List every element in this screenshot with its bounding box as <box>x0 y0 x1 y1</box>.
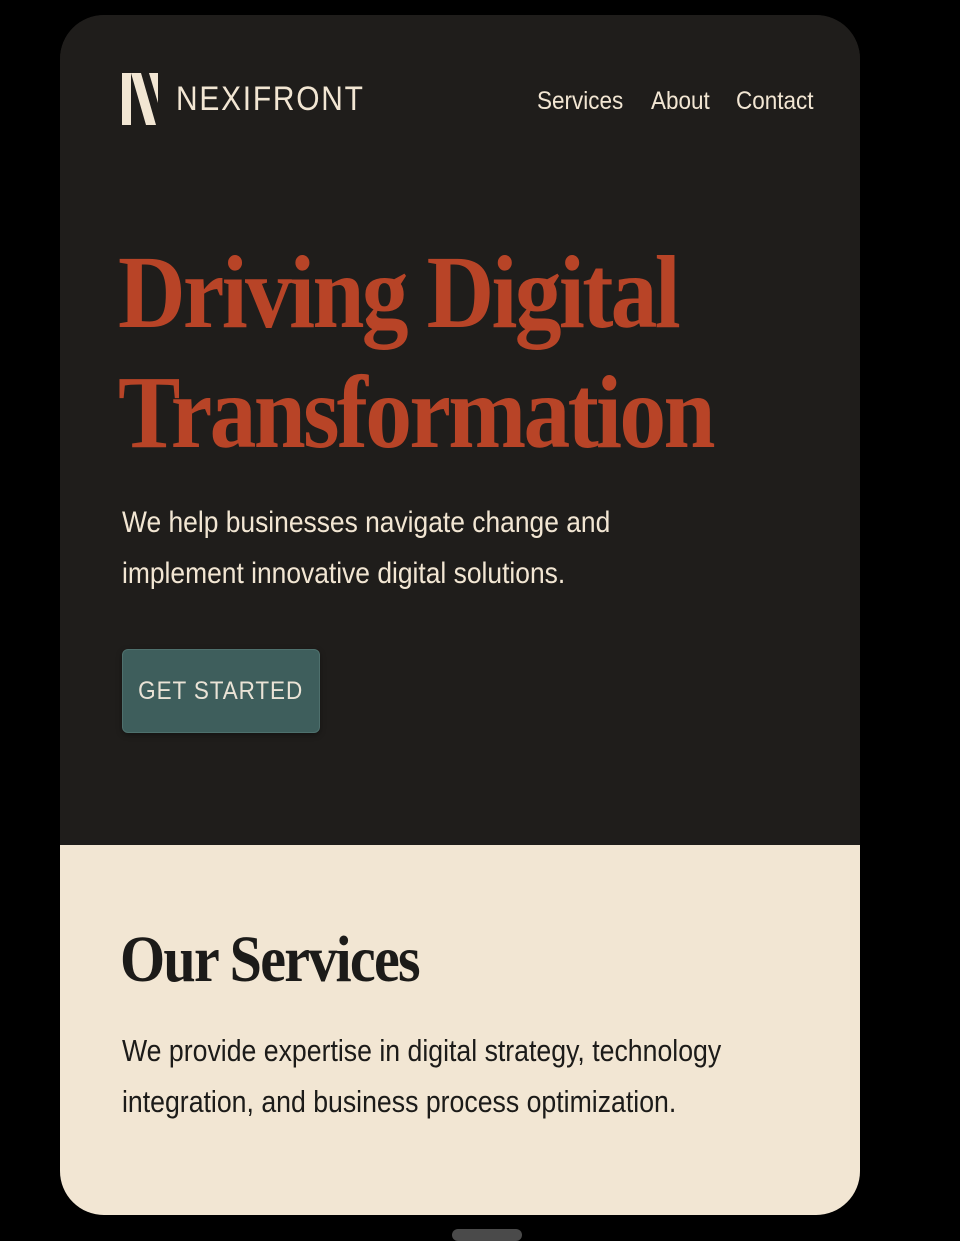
hero-headline-line-1: Driving Digital <box>118 235 681 350</box>
services-description-line-2: integration, and business process optimi… <box>122 1084 677 1119</box>
nav-link-services[interactable]: Services <box>537 81 623 121</box>
hero-headline-line-2: Transformation <box>118 355 716 470</box>
nav-link-contact[interactable]: Contact <box>736 81 814 121</box>
nav-link-about[interactable]: About <box>651 81 710 121</box>
services-description-line-1: We provide expertise in digital strategy… <box>122 1033 722 1068</box>
hero-section: NEXIFRONT Services About Contact Driving… <box>60 15 860 845</box>
home-indicator <box>452 1229 522 1241</box>
hero-subtext: We help businesses navigate change and i… <box>122 497 722 599</box>
services-section: Our Services We provide expertise in dig… <box>60 845 860 1215</box>
navbar: NEXIFRONT Services About Contact <box>60 15 860 185</box>
get-started-button[interactable]: GET STARTED <box>122 649 320 733</box>
get-started-label: GET STARTED <box>138 676 304 705</box>
services-description: We provide expertise in digital strategy… <box>122 1025 822 1127</box>
page-frame: NEXIFRONT Services About Contact Driving… <box>60 15 860 1215</box>
services-title-text: Our Services <box>120 923 421 996</box>
hero-subtext-line-2: implement innovative digital solutions. <box>122 557 566 590</box>
hero-subtext-line-1: We help businesses navigate change and <box>122 506 611 539</box>
main-nav: Services About Contact <box>60 81 860 121</box>
hero-headline: Driving Digital Transformation <box>118 233 818 473</box>
services-title: Our Services <box>120 920 460 1000</box>
